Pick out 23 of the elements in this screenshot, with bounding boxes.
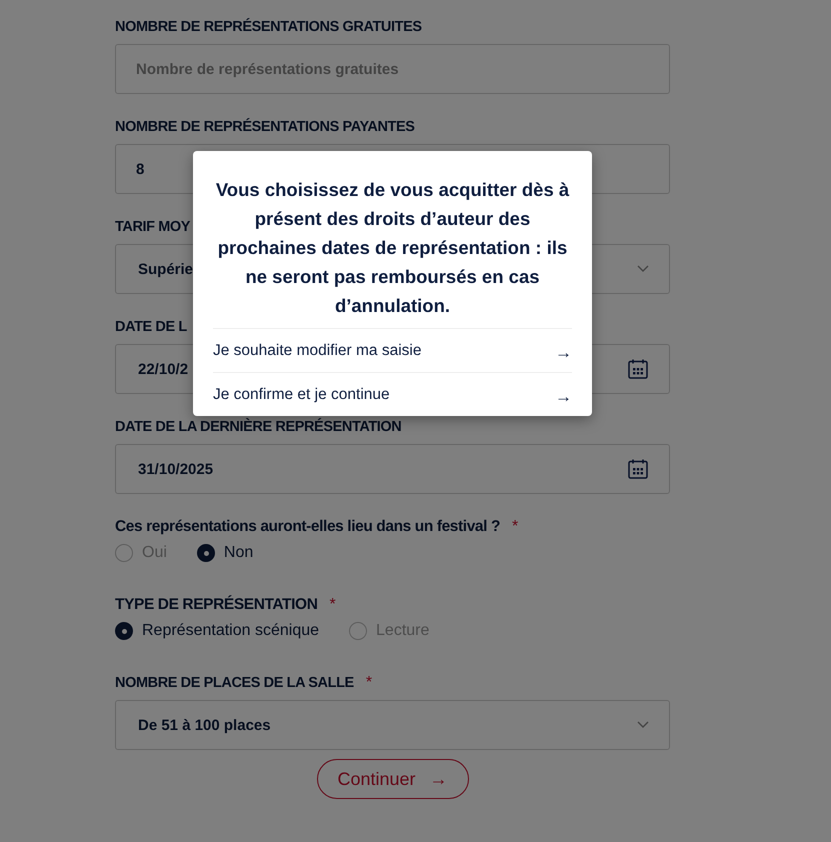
required-asterisk: * xyxy=(366,674,372,692)
field-label: DATE DE LA DERNIÈRE REPRÉSENTATION xyxy=(115,419,402,435)
required-asterisk: * xyxy=(330,596,336,614)
field-label: DATE DE L xyxy=(115,319,187,335)
calendar-icon[interactable] xyxy=(627,358,649,380)
chevron-down-icon xyxy=(637,265,649,273)
field-label: NOMBRE DE REPRÉSENTATIONS PAYANTES xyxy=(115,119,415,135)
radio-option[interactable]: Représentation scénique xyxy=(115,622,320,640)
dialog-option[interactable]: Je confirme et je continue → xyxy=(213,372,572,416)
field-label: NOMBRE DE PLACES DE LA SALLE xyxy=(115,675,354,691)
field-label: NOMBRE DE REPRÉSENTATIONS GRATUITES xyxy=(115,19,422,35)
required-asterisk: * xyxy=(512,518,518,536)
chevron-down-icon xyxy=(637,721,649,729)
field-label: TYPE DE REPRÉSENTATION xyxy=(115,596,318,614)
dialog-message: Vous choisissez de vous acquitter dès à présent des droits d’auteur des prochaines dates de représentation : ils ne seront pas remboursés en cas d’annulation. xyxy=(214,178,570,318)
field-label: TARIF MOY xyxy=(115,219,190,235)
continue-button[interactable]: Continuer → xyxy=(316,759,468,799)
calendar-icon[interactable] xyxy=(627,458,649,480)
field-label: Ces représentations auront-elles lieu dans un festival ? xyxy=(115,518,500,536)
input-field[interactable]: De 51 à 100 places xyxy=(115,700,670,750)
input-field[interactable]: Nombre de représentations gratuites xyxy=(115,44,670,94)
radio-option[interactable]: Non xyxy=(196,544,254,562)
input-field[interactable]: 31/10/2025 xyxy=(115,444,670,494)
